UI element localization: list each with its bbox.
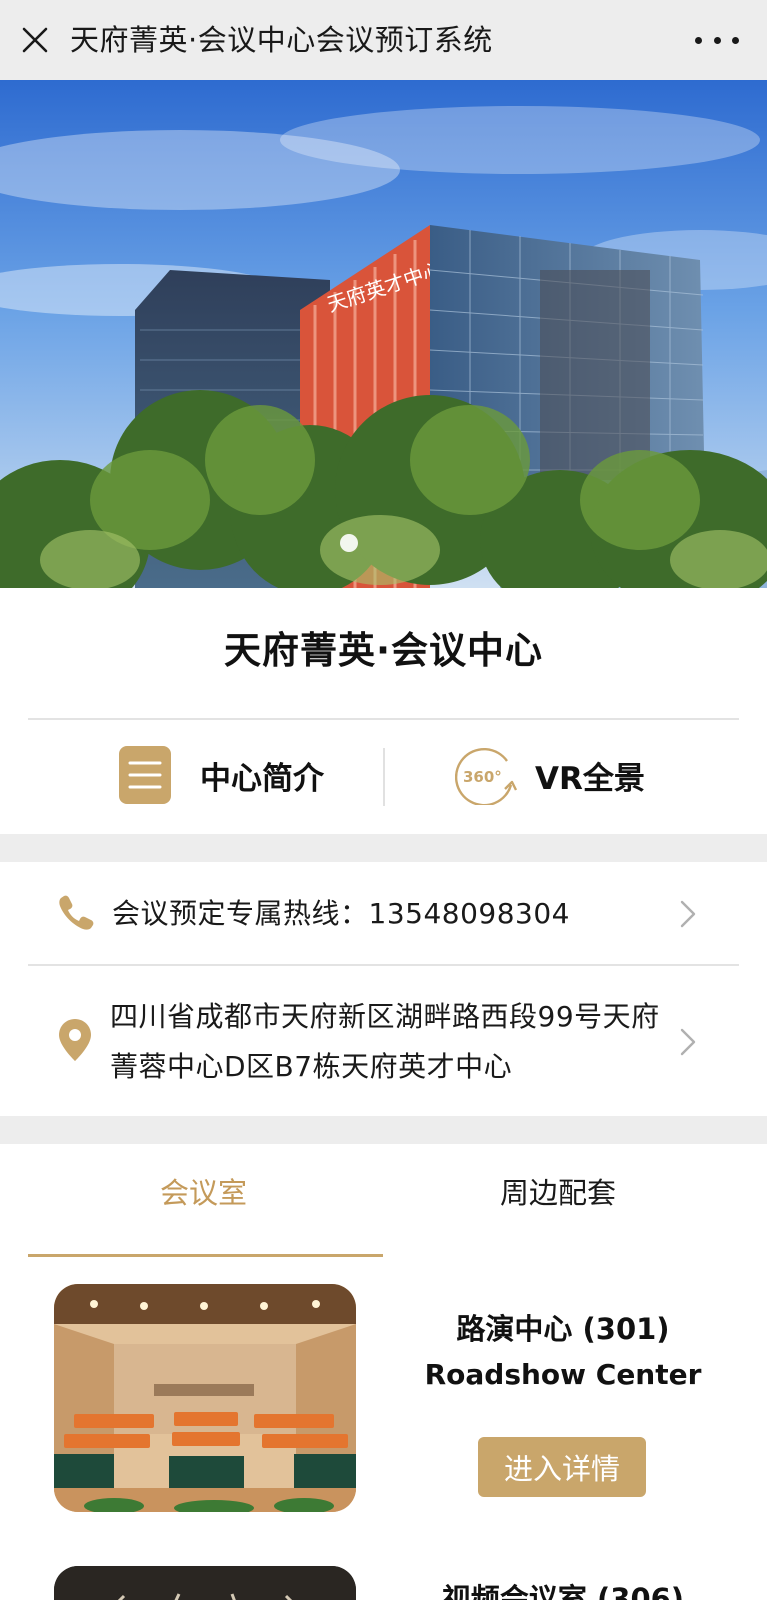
- tab-nearby-facilities[interactable]: 周边配套: [500, 1170, 616, 1212]
- vr-360-icon: 360°: [455, 747, 518, 805]
- location-pin-icon: [59, 1019, 91, 1061]
- close-icon[interactable]: [18, 20, 52, 60]
- feature-separator: [383, 748, 385, 806]
- room-name: 路演中心 (301): [456, 1312, 670, 1346]
- vr-360-text: 360°: [463, 768, 502, 786]
- building-photo: 天府英才中心: [0, 80, 767, 588]
- carousel-indicator[interactable]: [340, 534, 358, 552]
- center-intro-label: 中心简介: [200, 760, 324, 797]
- divider: [28, 718, 739, 720]
- page: 天府菁英·会议中心会议预订系统 天府英才中心 天府菁英·会议中心 中心简介 36…: [0, 0, 767, 1600]
- hotline-row[interactable]: 会议预定专属热线：13548098304: [56, 880, 570, 944]
- vr-panorama-button[interactable]: 360° VR全景: [455, 740, 645, 810]
- document-icon: [119, 746, 171, 804]
- room-photo[interactable]: [54, 1566, 356, 1600]
- tab-meeting-rooms[interactable]: 会议室: [160, 1170, 247, 1212]
- room-name: 视频会议室 (306): [441, 1582, 685, 1600]
- hotline-text: 会议预定专属热线：13548098304: [112, 897, 570, 930]
- top-bar: 天府菁英·会议中心会议预订系统: [0, 0, 767, 80]
- venue-title: 天府菁英·会议中心: [223, 629, 544, 672]
- more-dots-icon[interactable]: [695, 20, 739, 60]
- page-title: 天府菁英·会议中心会议预订系统: [70, 23, 493, 57]
- room-photo[interactable]: [54, 1284, 356, 1512]
- vr-panorama-label: VR全景: [535, 760, 645, 797]
- active-tab-indicator: [28, 1254, 383, 1257]
- room-name-en: Roadshow Center: [424, 1358, 702, 1391]
- divider: [28, 964, 739, 966]
- address-text[interactable]: 四川省成都市天府新区湖畔路西段99号天府菁蓉中心D区B7栋天府英才中心: [110, 992, 680, 1092]
- chevron-right-icon[interactable]: [678, 899, 698, 929]
- chevron-right-icon[interactable]: [678, 1027, 698, 1057]
- view-details-button[interactable]: 进入详情: [478, 1437, 646, 1497]
- phone-icon: [59, 895, 94, 930]
- center-intro-button[interactable]: 中心简介: [118, 740, 324, 810]
- hero-banner[interactable]: 天府英才中心: [0, 80, 767, 588]
